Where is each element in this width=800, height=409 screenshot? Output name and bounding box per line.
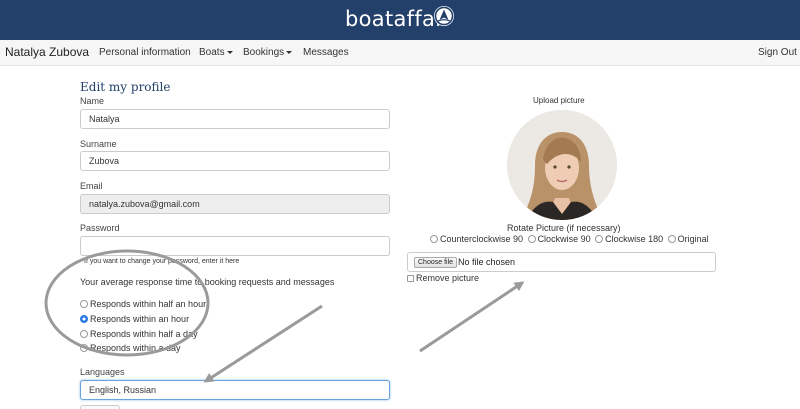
annotation-circle <box>44 249 210 357</box>
annotation-arrow-languages <box>203 304 323 383</box>
annotation-overlay <box>44 249 525 383</box>
annotation-arrow-upload <box>419 281 525 353</box>
